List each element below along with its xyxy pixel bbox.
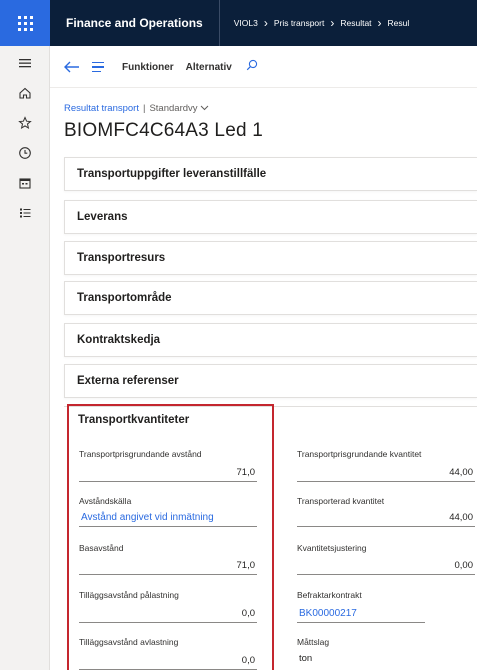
field-label: Transporterad kvantitet <box>297 496 385 506</box>
breadcrumb-item[interactable]: VIOL3 <box>234 18 258 28</box>
transported-quantity-field[interactable]: 44,00 <box>297 511 475 527</box>
field-label: Tilläggsavstånd avlastning <box>79 637 179 647</box>
home-icon[interactable] <box>0 78 50 108</box>
unloading-extra-distance-field[interactable]: 0,0 <box>79 654 257 670</box>
chevron-right-icon: › <box>263 16 268 30</box>
top-bar: Finance and Operations VIOL3 › Pris tran… <box>0 0 477 46</box>
field-label: Transportprisgrundande avstånd <box>79 449 202 459</box>
base-distance-field[interactable]: 71,0 <box>79 559 257 575</box>
app-title[interactable]: Finance and Operations <box>50 0 220 46</box>
loading-extra-distance-field[interactable]: 0,0 <box>79 607 257 623</box>
field-label: Måttslag <box>297 637 330 647</box>
breadcrumb-item[interactable]: Resultat <box>340 18 371 28</box>
breadcrumb-item[interactable]: Pris transport <box>274 18 325 28</box>
chevron-right-icon: › <box>377 16 382 30</box>
field-label: Transportprisgrundande kvantitet <box>297 449 422 459</box>
back-arrow-icon[interactable] <box>64 61 84 73</box>
view-selector: Resultat transport | Standardvy <box>64 103 209 114</box>
field-label: Kvantitetsjustering <box>297 543 367 553</box>
highlight-box <box>67 404 274 670</box>
field-label: Avståndskälla <box>79 496 132 506</box>
fasttab-transportuppgifter[interactable]: Transportuppgifter leveranstillfälle <box>64 157 477 191</box>
list-icon[interactable] <box>0 198 50 228</box>
action-pane: Funktioner Alternativ <box>50 46 477 88</box>
section-title[interactable]: Transportkvantiteter <box>78 414 189 426</box>
alternatives-button[interactable]: Alternativ <box>186 62 232 73</box>
fasttab-kontraktskedja[interactable]: Kontraktskedja <box>64 323 477 357</box>
transport-distance-field[interactable]: 71,0 <box>79 466 257 482</box>
quantity-adjustment-field[interactable]: 0,00 <box>297 559 475 575</box>
menu-icon[interactable] <box>92 61 110 73</box>
field-label: Tilläggsavstånd pålastning <box>79 590 179 600</box>
field-label: Basavstånd <box>79 543 124 553</box>
clock-icon[interactable] <box>0 138 50 168</box>
view-name[interactable]: Standardvy <box>149 103 197 114</box>
left-navigation <box>0 46 50 670</box>
charter-contract-link[interactable]: BK00000217 <box>297 607 425 623</box>
divider <box>50 87 477 88</box>
entity-link[interactable]: Resultat transport <box>64 103 139 114</box>
star-icon[interactable] <box>0 108 50 138</box>
unit-of-measure-field[interactable]: ton <box>297 652 397 668</box>
fasttab-leverans[interactable]: Leverans <box>64 200 477 234</box>
hamburger-icon[interactable] <box>0 48 50 78</box>
breadcrumb-item[interactable]: Resul <box>388 18 410 28</box>
chevron-right-icon: › <box>330 16 335 30</box>
page-title: BIOMFC4C64A3 Led 1 <box>64 120 263 141</box>
field-label: Befraktarkontrakt <box>297 590 362 600</box>
fasttab-transportresurs[interactable]: Transportresurs <box>64 241 477 275</box>
fasttab-externa-referenser[interactable]: Externa referenser <box>64 364 477 398</box>
calendar-icon[interactable] <box>0 168 50 198</box>
transport-quantity-field[interactable]: 44,00 <box>297 466 475 482</box>
fasttab-transportomrade[interactable]: Transportområde <box>64 281 477 315</box>
search-icon[interactable] <box>246 58 258 76</box>
functions-button[interactable]: Funktioner <box>122 62 174 73</box>
chevron-down-icon[interactable] <box>200 103 209 114</box>
breadcrumb: VIOL3 › Pris transport › Resultat › Resu… <box>220 16 410 30</box>
app-launcher-button[interactable] <box>0 0 50 46</box>
waffle-icon <box>17 15 33 31</box>
separator: | <box>142 103 146 114</box>
distance-source-field[interactable]: Avstånd angivet vid inmätning <box>79 511 257 527</box>
